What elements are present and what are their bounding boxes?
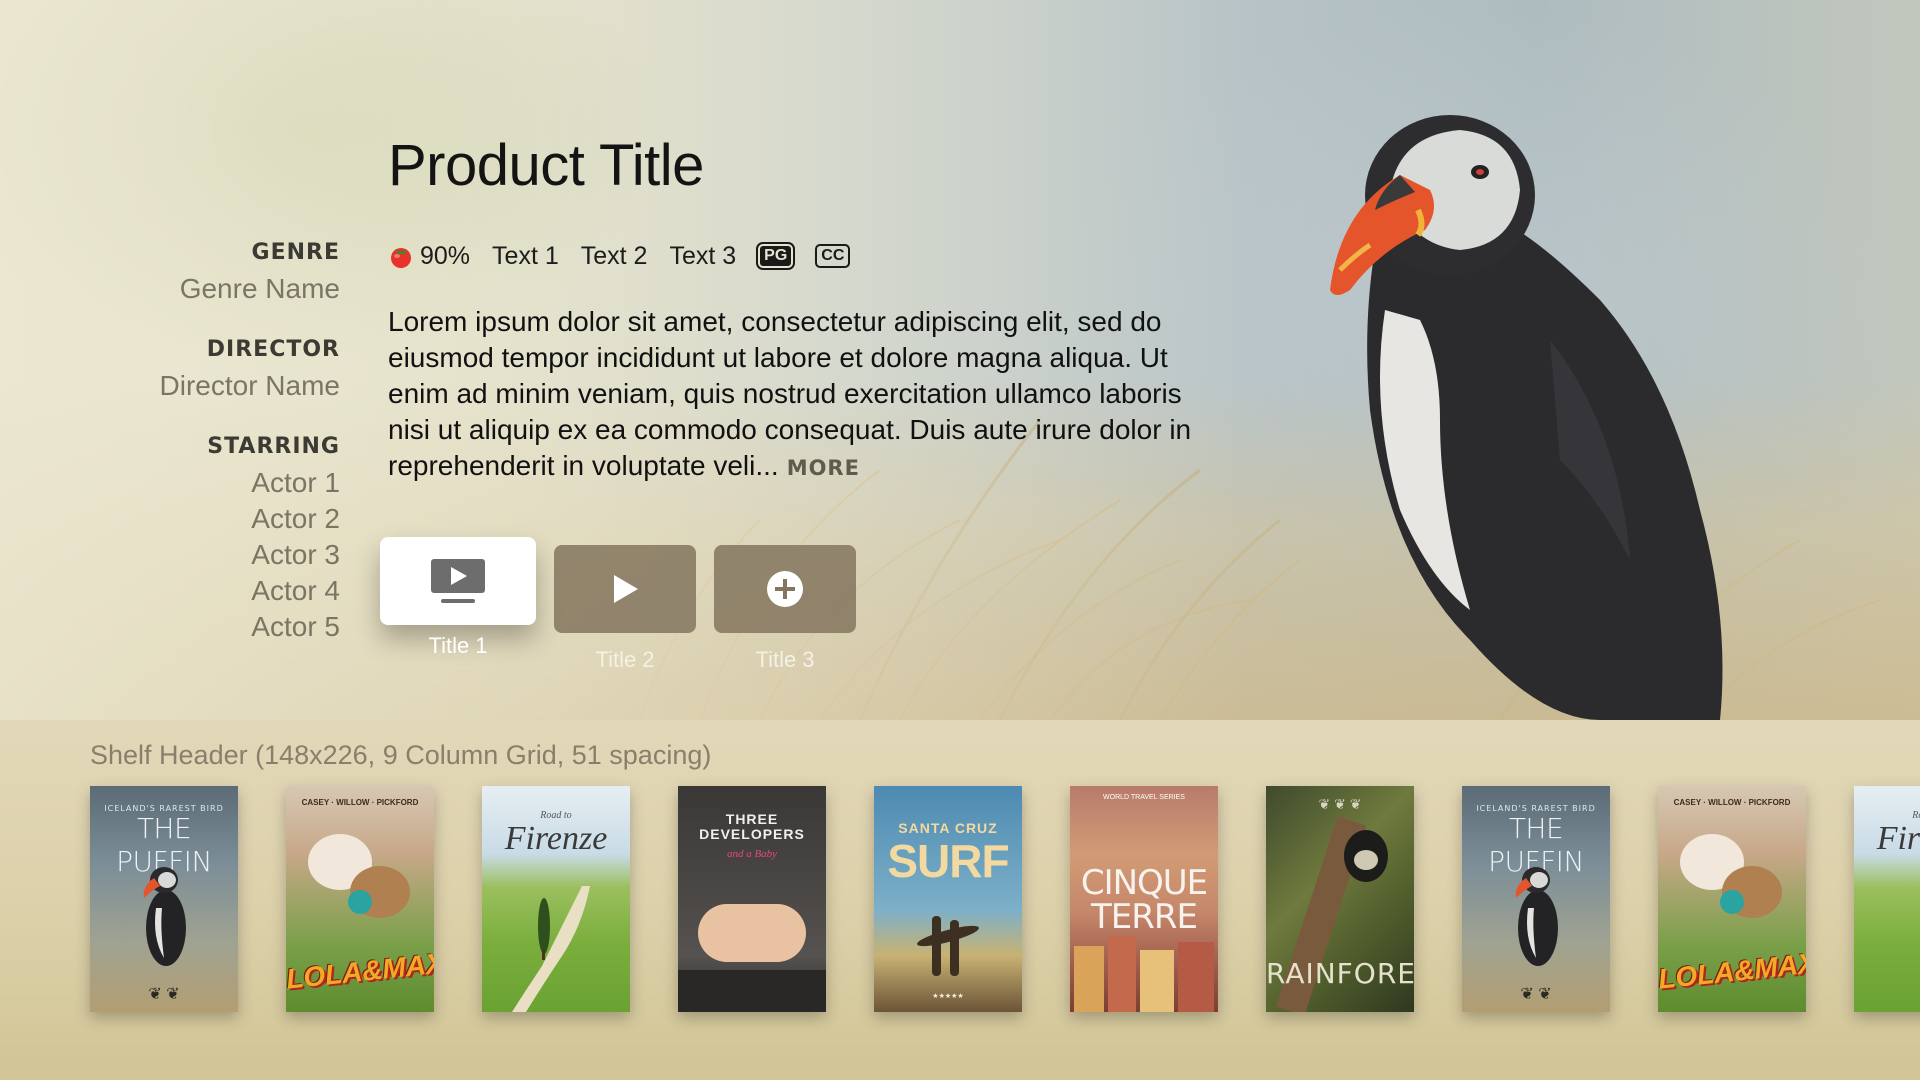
award-laurels-icon: ❦ ❦ xyxy=(148,986,180,1003)
action-title-2[interactable]: Title 2 xyxy=(554,537,696,673)
poster-rating: ★★★★★ xyxy=(932,993,964,1000)
actor-name: Actor 2 xyxy=(251,503,340,534)
action-title-1[interactable]: Title 1 xyxy=(380,537,536,673)
more-link[interactable]: MORE xyxy=(787,456,860,480)
info-text: Text 2 xyxy=(580,241,648,270)
actor-name: Actor 1 xyxy=(251,467,340,498)
director-label: DIRECTOR xyxy=(206,337,340,362)
poster-credits: CASEY · WILLOW · PICKFORD xyxy=(301,798,419,807)
poster-lola-max[interactable]: CASEY · WILLOW · PICKFORD LOLA&MAX xyxy=(1658,786,1806,1012)
poster-the-puffin[interactable]: ICELAND'S RAREST BIRD THE PUFFIN ❦ ❦ xyxy=(90,786,238,1012)
poster-santa-cruz-surf[interactable]: SANTA CRUZ SURF ★★★★★ xyxy=(874,786,1022,1012)
product-title: Product Title xyxy=(388,133,704,198)
puffin-thumbnail-icon xyxy=(1515,867,1558,966)
award-laurels-icon: ❦ ❦ ❦ xyxy=(1318,796,1362,812)
director-group: DIRECTOR Director Name xyxy=(20,337,340,404)
poster-three-developers[interactable]: THREE DEVELOPERS and a Baby xyxy=(678,786,826,1012)
shelf: ICELAND'S RAREST BIRD THE PUFFIN ❦ ❦ CAS… xyxy=(90,786,1920,1012)
tuscany-landscape-icon xyxy=(512,886,590,1012)
genre-group: GENRE Genre Name xyxy=(20,240,340,307)
baby-thumbnail-icon xyxy=(698,904,806,962)
description[interactable]: Lorem ipsum dolor sit amet, consectetur … xyxy=(388,304,1208,486)
poster-title: SURF xyxy=(887,835,1009,887)
rating-value: 90% xyxy=(420,241,471,270)
poster-subtitle: and a Baby xyxy=(726,848,778,860)
title-3-button[interactable] xyxy=(714,545,856,633)
dogs-thumbnail-icon xyxy=(308,834,410,918)
metadata-column: GENRE Genre Name DIRECTOR Director Name … xyxy=(20,240,340,675)
poster-title: CINQUE TERRE xyxy=(1080,863,1208,937)
village-buildings-icon xyxy=(1074,936,1214,1012)
poster-rainforest[interactable]: ❦ ❦ ❦ RAINFOREST xyxy=(1266,786,1414,1012)
poster-the-puffin[interactable]: ICELAND'S RAREST BIRD THE PUFFIN ❦ ❦ xyxy=(1462,786,1610,1012)
puffin-thumbnail-icon xyxy=(143,867,186,966)
poster-road-to-firenze[interactable]: Road to Firenze xyxy=(482,786,630,1012)
dogs-thumbnail-icon xyxy=(1680,834,1782,918)
surfers-silhouette-icon xyxy=(917,916,979,976)
monkey-thumbnail-icon xyxy=(1344,830,1388,882)
title-1-label: Title 1 xyxy=(428,633,488,658)
poster-title: LOLA&MAX xyxy=(1658,947,1806,995)
title-2-label: Title 2 xyxy=(595,647,655,672)
add-icon xyxy=(767,571,803,607)
title-1-button[interactable] xyxy=(380,537,536,625)
rating: 90% xyxy=(388,242,470,271)
actor-name: Actor 3 xyxy=(251,539,340,570)
poster-title: Firenze xyxy=(1876,820,1920,857)
action-buttons: Title 1 Title 2 Title 3 xyxy=(380,537,856,673)
genre-label: GENRE xyxy=(251,240,340,265)
poster-cinque-terre[interactable]: WORLD TRAVEL SERIES CINQUE TERRE xyxy=(1070,786,1218,1012)
award-laurels-icon: ❦ ❦ xyxy=(1520,986,1552,1003)
closed-captions-badge: CC xyxy=(815,244,851,268)
poster-title: THREE DEVELOPERS xyxy=(699,811,805,842)
tv-play-icon xyxy=(431,559,485,603)
play-icon xyxy=(614,575,638,603)
info-row: 90% Text 1 Text 2 Text 3 PG CC xyxy=(388,240,851,272)
actor-name: Actor 4 xyxy=(251,575,340,606)
actor-name: Actor 5 xyxy=(251,611,340,642)
poster-credits: CASEY · WILLOW · PICKFORD xyxy=(1673,798,1791,807)
director-value: Director Name xyxy=(159,370,340,401)
starring-label: STARRING xyxy=(207,434,340,459)
info-text: Text 3 xyxy=(669,241,737,270)
pg-rating-badge: PG xyxy=(756,242,796,270)
poster-floor-decoration xyxy=(678,970,826,1012)
title-3-label: Title 3 xyxy=(755,647,815,672)
title-2-button[interactable] xyxy=(554,545,696,633)
poster-title: RAINFOREST xyxy=(1266,957,1414,990)
tomato-icon xyxy=(391,248,411,268)
shelf-header: Shelf Header (148x226, 9 Column Grid, 51… xyxy=(90,740,712,770)
action-title-3[interactable]: Title 3 xyxy=(714,537,856,673)
poster-tagline: WORLD TRAVEL SERIES xyxy=(1103,794,1185,801)
poster-title: Firenze xyxy=(504,820,608,857)
description-text: Lorem ipsum dolor sit amet, consectetur … xyxy=(388,306,1192,481)
poster-road-to-firenze[interactable]: Road to Firenze xyxy=(1854,786,1920,1012)
poster-lola-max[interactable]: CASEY · WILLOW · PICKFORD LOLA&MAX xyxy=(286,786,434,1012)
poster-title: LOLA&MAX xyxy=(286,947,434,995)
info-text: Text 1 xyxy=(492,241,559,270)
starring-group: STARRING Actor 1 Actor 2 Actor 3 Actor 4… xyxy=(20,434,340,645)
puffin-image xyxy=(1330,115,1723,720)
genre-value: Genre Name xyxy=(179,273,340,304)
